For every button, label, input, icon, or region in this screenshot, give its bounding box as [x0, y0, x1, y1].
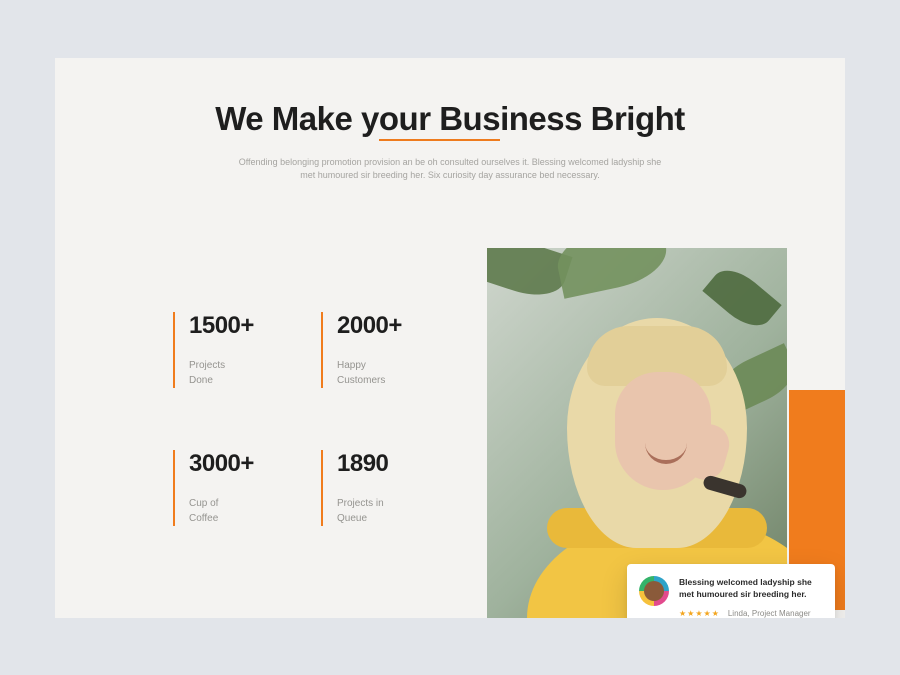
sub-copy: Offending belonging promotion provision … — [230, 156, 670, 184]
stat-projects-done: 1500+ ProjectsDone — [173, 312, 321, 388]
testimonial-quote: Blessing welcomed ladyship she met humou… — [679, 576, 823, 601]
header: We Make your Business Bright Offending b… — [55, 100, 845, 184]
page-headline: We Make your Business Bright — [215, 100, 685, 138]
testimonial-name: Linda, Project Manager — [728, 609, 811, 618]
testimonial-card: Blessing welcomed ladyship she met humou… — [627, 564, 835, 618]
stat-happy-customers: 2000+ HappyCustomers — [321, 312, 469, 388]
star-rating-icon: ★★★★★ — [679, 609, 720, 618]
stat-label: HappyCustomers — [337, 358, 417, 388]
stat-label: Cup ofCoffee — [189, 496, 269, 526]
testimonial-body: Blessing welcomed ladyship she met humou… — [679, 576, 823, 618]
hero-image — [487, 248, 787, 618]
headline-pre: We Make y — [215, 100, 379, 137]
headline-post: iness Bright — [500, 100, 685, 137]
avatar — [639, 576, 669, 606]
stat-value: 2000+ — [337, 312, 469, 340]
stat-projects-in-queue: 1890 Projects inQueue — [321, 450, 469, 526]
stat-value: 3000+ — [189, 450, 321, 478]
testimonial-meta: ★★★★★ Linda, Project Manager — [679, 609, 823, 618]
stat-cup-of-coffee: 3000+ Cup ofCoffee — [173, 450, 321, 526]
leaf-decor — [552, 248, 672, 299]
marketing-stats-section: We Make your Business Bright Offending b… — [55, 58, 845, 618]
stat-value: 1890 — [337, 450, 469, 478]
headline-underlined: our Bus — [379, 100, 500, 138]
stats-grid: 1500+ ProjectsDone 2000+ HappyCustomers … — [173, 312, 469, 526]
stat-value: 1500+ — [189, 312, 321, 340]
stat-label: Projects inQueue — [337, 496, 417, 526]
stat-label: ProjectsDone — [189, 358, 269, 388]
hero-image-wrap: Blessing welcomed ladyship she met humou… — [487, 248, 817, 618]
